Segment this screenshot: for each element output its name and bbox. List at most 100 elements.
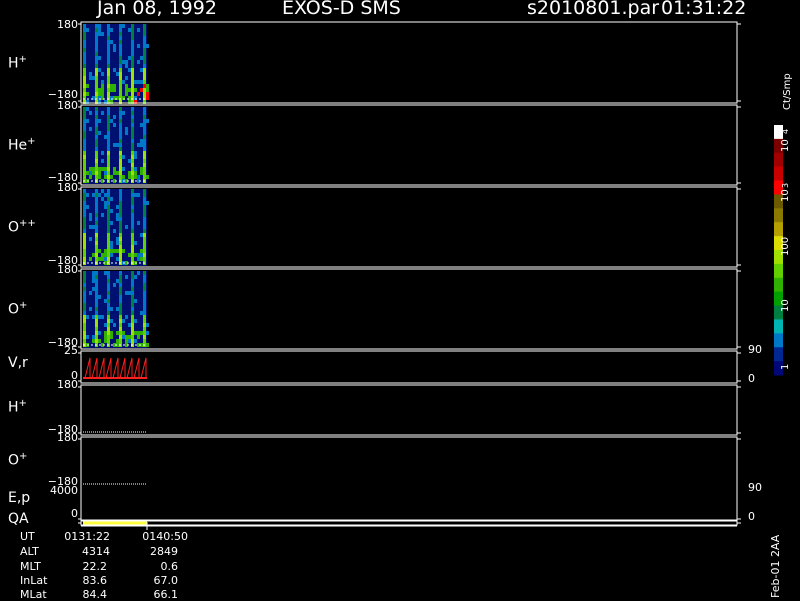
spectrogram-cell — [143, 171, 146, 175]
spectrogram-cell — [107, 28, 110, 32]
footer-inlat-end: 67.0 — [153, 574, 179, 587]
spectrogram-cell — [143, 283, 146, 287]
spectrogram-cell — [83, 319, 86, 323]
spectrogram-cell — [140, 56, 143, 60]
spectrogram-cell — [107, 257, 110, 261]
spectrogram-cell — [134, 171, 137, 175]
spectrogram-cell — [143, 287, 146, 291]
spectrogram-cell — [143, 307, 146, 311]
spectrogram-cell — [143, 335, 146, 339]
spectrogram-cell — [95, 127, 98, 131]
spectrogram-cell — [116, 257, 119, 261]
spectrogram-cell — [146, 119, 149, 123]
spectrogram-cell — [83, 175, 86, 179]
spectrogram-cell — [134, 80, 137, 84]
spectrogram-cell — [83, 233, 86, 237]
spectrogram-cell — [116, 171, 119, 175]
spectrogram-cell — [143, 163, 146, 167]
spectrogram-cell — [143, 147, 146, 151]
footer-alt-end: 2849 — [150, 545, 178, 558]
spectrogram-cell — [95, 48, 98, 52]
spectrogram-cell — [143, 52, 146, 56]
spectrogram-cell — [86, 315, 89, 319]
spectrogram-cell — [86, 205, 89, 209]
spectrogram-cell — [95, 131, 98, 135]
spectrogram-cell — [143, 193, 146, 197]
spectrogram-cell — [98, 257, 101, 261]
spectrogram-cell — [95, 60, 98, 64]
spectrogram-cell — [119, 60, 122, 64]
spectrogram-cell — [134, 193, 137, 197]
spectrogram-panel-3 — [83, 271, 149, 348]
plot-canvas — [78, 21, 783, 530]
spectrogram-cell — [119, 88, 122, 92]
spectrogram-cell — [143, 159, 146, 163]
spectrogram-cell — [110, 197, 113, 201]
colorbar-tick-10: 10 — [780, 299, 791, 312]
spectrogram-cell — [83, 253, 86, 257]
spectrogram-cell — [143, 175, 146, 179]
spectrogram-cell — [95, 271, 98, 275]
spectrogram-cell — [143, 40, 146, 44]
spectrogram-cell — [83, 237, 86, 241]
axis-o-plus-line-max: 180 — [57, 431, 78, 444]
spectrogram-cell — [83, 245, 86, 249]
spectrogram-cell — [119, 291, 122, 295]
spectrogram-cell — [143, 209, 146, 213]
spectrogram-cell — [92, 315, 95, 319]
spectrogram-cell — [116, 249, 119, 253]
spectrogram-cell — [131, 155, 134, 159]
spectrogram-cell — [140, 171, 143, 175]
spectrogram-cell — [134, 88, 137, 92]
v-r-spike — [119, 357, 126, 379]
spectrogram-cell — [128, 291, 131, 295]
spectrogram-cell — [119, 163, 122, 167]
footer-mlt-end: 0.6 — [160, 560, 179, 573]
spectrogram-cell — [95, 175, 98, 179]
spectrogram-cell — [101, 88, 104, 92]
spectrogram-cell — [107, 151, 110, 155]
spectrogram-cell — [110, 119, 113, 123]
spectrogram-cell — [107, 115, 110, 119]
spectrogram-cell — [98, 68, 101, 72]
spectrogram-cell — [131, 331, 134, 335]
spectrogram-cell — [110, 241, 113, 245]
colorbar-swatch — [774, 152, 783, 168]
spectrogram-cell — [131, 159, 134, 163]
spectrogram-cell — [110, 84, 113, 88]
spectrogram-cell — [107, 139, 110, 143]
spectrogram-cell — [131, 119, 134, 123]
spectrogram-cell — [134, 331, 137, 335]
spectrogram-cell — [131, 52, 134, 56]
spectrogram-cell — [107, 241, 110, 245]
spectrogram-cell — [98, 28, 101, 32]
spectrogram-cell — [137, 331, 140, 335]
spectrogram-cell — [137, 80, 140, 84]
spectrogram-cell — [83, 213, 86, 217]
spectrogram-cell — [143, 229, 146, 233]
spectrogram-cell — [107, 32, 110, 36]
spectrogram-cell — [104, 193, 107, 197]
spectrogram-cell — [119, 36, 122, 40]
spectrogram-cell — [110, 88, 113, 92]
spectrogram-cell — [107, 229, 110, 233]
spectrogram-cell — [122, 175, 125, 179]
spectrogram-cell — [131, 335, 134, 339]
spectrogram-cell — [95, 213, 98, 217]
spectrogram-cell — [131, 233, 134, 237]
spectrogram-cell — [119, 339, 122, 343]
panel-frame — [80, 268, 738, 350]
spectrogram-cell — [107, 201, 110, 205]
spectrogram-cell — [95, 287, 98, 291]
spectrogram-cell — [101, 315, 104, 319]
spectrogram-cell — [131, 60, 134, 64]
spectrogram-cell — [131, 209, 134, 213]
spectrogram-cell — [86, 335, 89, 339]
spectrogram-cell — [125, 64, 128, 68]
spectrogram-cell — [134, 275, 137, 279]
spectrogram-cell — [143, 123, 146, 127]
spectrogram-cell — [98, 295, 101, 299]
spectrogram-cell — [119, 209, 122, 213]
spectrogram-cell — [83, 241, 86, 245]
spectrogram-cell — [131, 253, 134, 257]
